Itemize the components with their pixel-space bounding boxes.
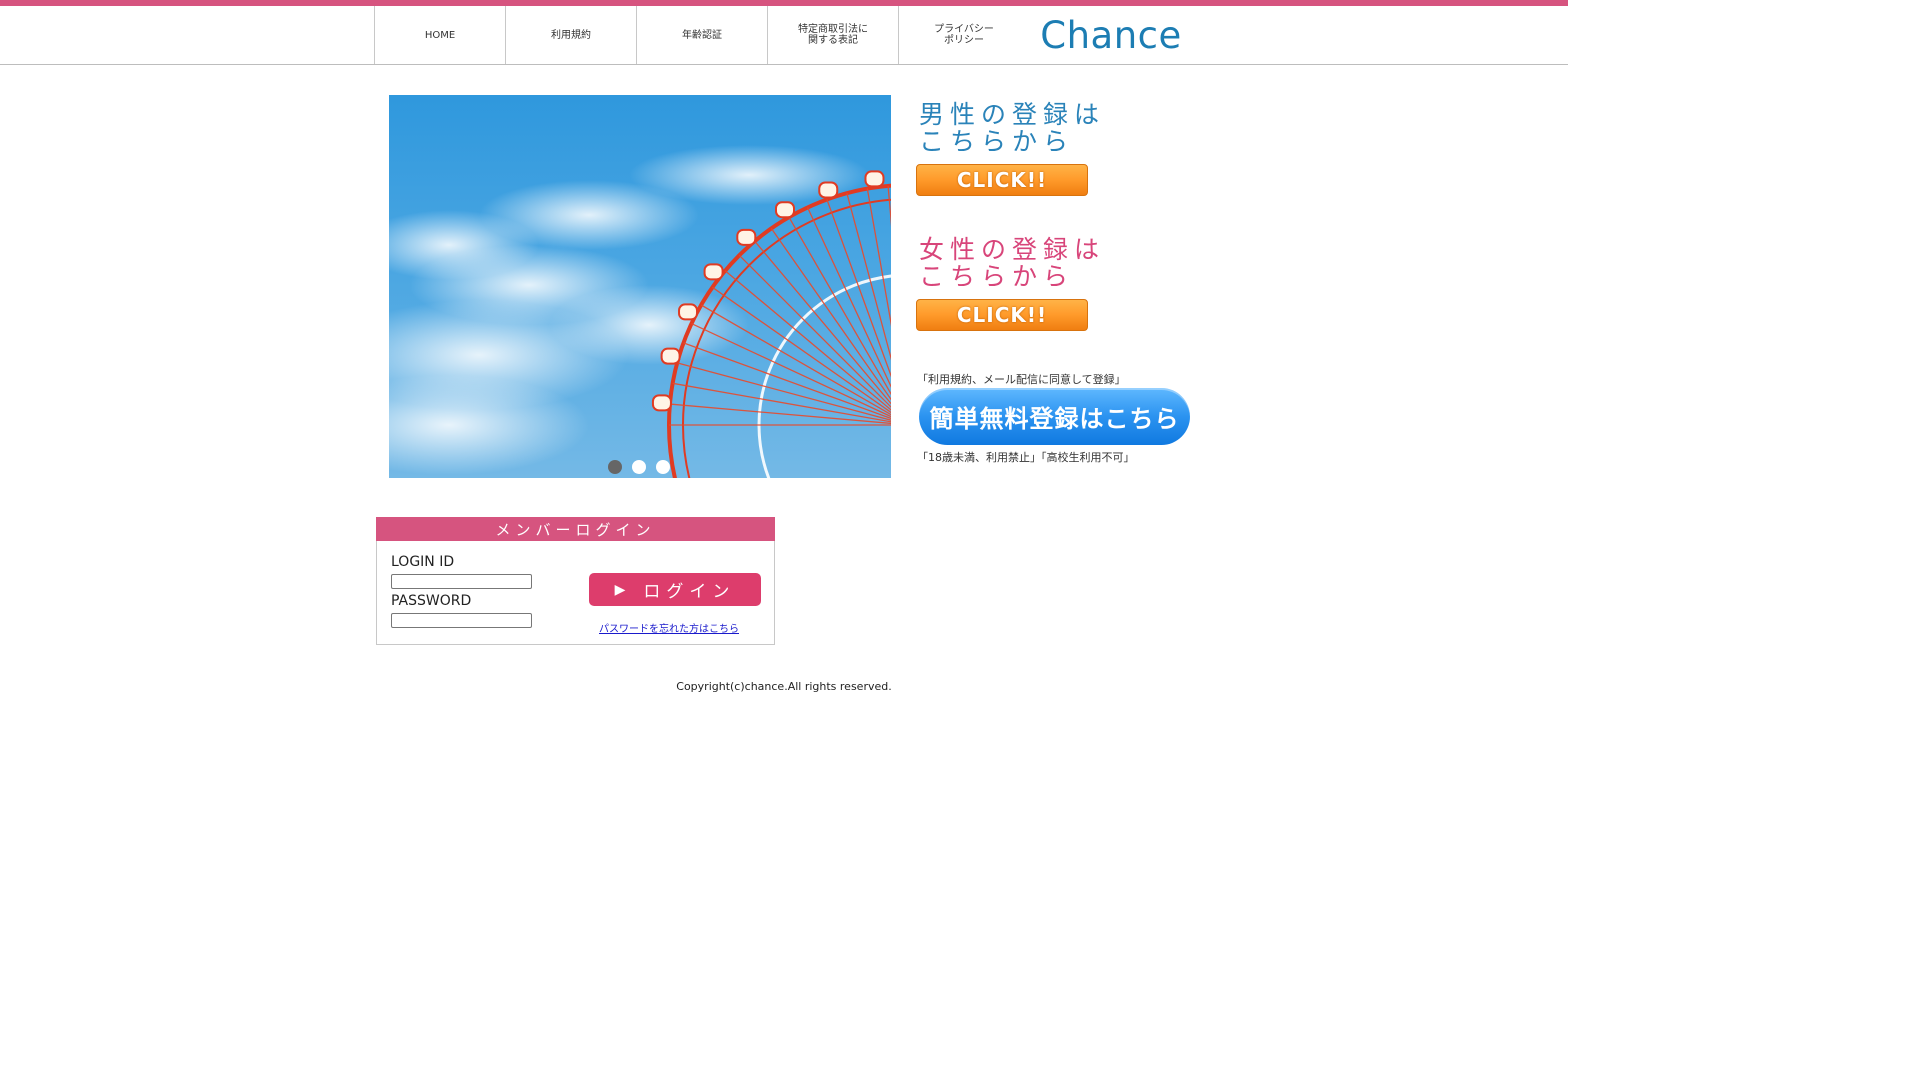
site-logo[interactable]: Chance bbox=[1029, 6, 1193, 64]
female-register-button[interactable]: CLICK!! bbox=[916, 299, 1088, 331]
nav-terms[interactable]: 利用規約 bbox=[505, 6, 636, 64]
nav-privacy-policy[interactable]: プライバシー ポリシー bbox=[898, 6, 1030, 64]
nav-age-verification[interactable]: 年齢認証 bbox=[636, 6, 767, 64]
slider-dot-3[interactable] bbox=[656, 460, 670, 474]
login-submit-label: ログイン bbox=[643, 582, 736, 602]
slider-dot-1[interactable] bbox=[608, 460, 622, 474]
copyright-text: Copyright(c)chance.All rights reserved. bbox=[676, 680, 892, 693]
free-registration-button[interactable]: 簡単無料登録はこちら bbox=[919, 388, 1190, 445]
login-heading: メンバーログイン bbox=[376, 517, 775, 541]
play-arrow-icon: ▶ bbox=[614, 581, 626, 598]
main-nav: HOME 利用規約 年齢認証 特定商取引法に 関する表記 プライバシー ポリシー bbox=[374, 6, 1030, 64]
nav-commercial-law[interactable]: 特定商取引法に 関する表記 bbox=[767, 6, 898, 64]
password-input[interactable] bbox=[391, 613, 532, 628]
slider-pagination bbox=[608, 460, 670, 474]
male-register-button[interactable]: CLICK!! bbox=[916, 164, 1088, 196]
hero-slider[interactable] bbox=[389, 95, 891, 478]
ferris-wheel-image bbox=[389, 145, 891, 478]
login-submit-button[interactable]: ▶ ログイン bbox=[589, 573, 761, 606]
age-restriction-note: 「18歳未満、利用禁止」「高校生利用不可」 bbox=[917, 451, 1135, 464]
member-login-panel: メンバーログイン LOGIN ID PASSWORD ▶ ログイン パスワードを… bbox=[376, 517, 775, 645]
slider-dot-2[interactable] bbox=[632, 460, 646, 474]
login-id-input[interactable] bbox=[391, 574, 532, 589]
header-divider bbox=[0, 64, 1568, 65]
password-label: PASSWORD bbox=[391, 593, 472, 609]
forgot-password-link[interactable]: パスワードを忘れた方はこちら bbox=[599, 620, 739, 635]
terms-agreement-note: 「利用規約、メール配信に同意して登録」 bbox=[917, 373, 1126, 386]
male-registration-heading: 男性の登録は こちらから bbox=[919, 100, 1106, 156]
login-id-label: LOGIN ID bbox=[391, 554, 455, 570]
female-registration-heading: 女性の登録は こちらから bbox=[919, 235, 1106, 291]
nav-home[interactable]: HOME bbox=[374, 6, 505, 64]
